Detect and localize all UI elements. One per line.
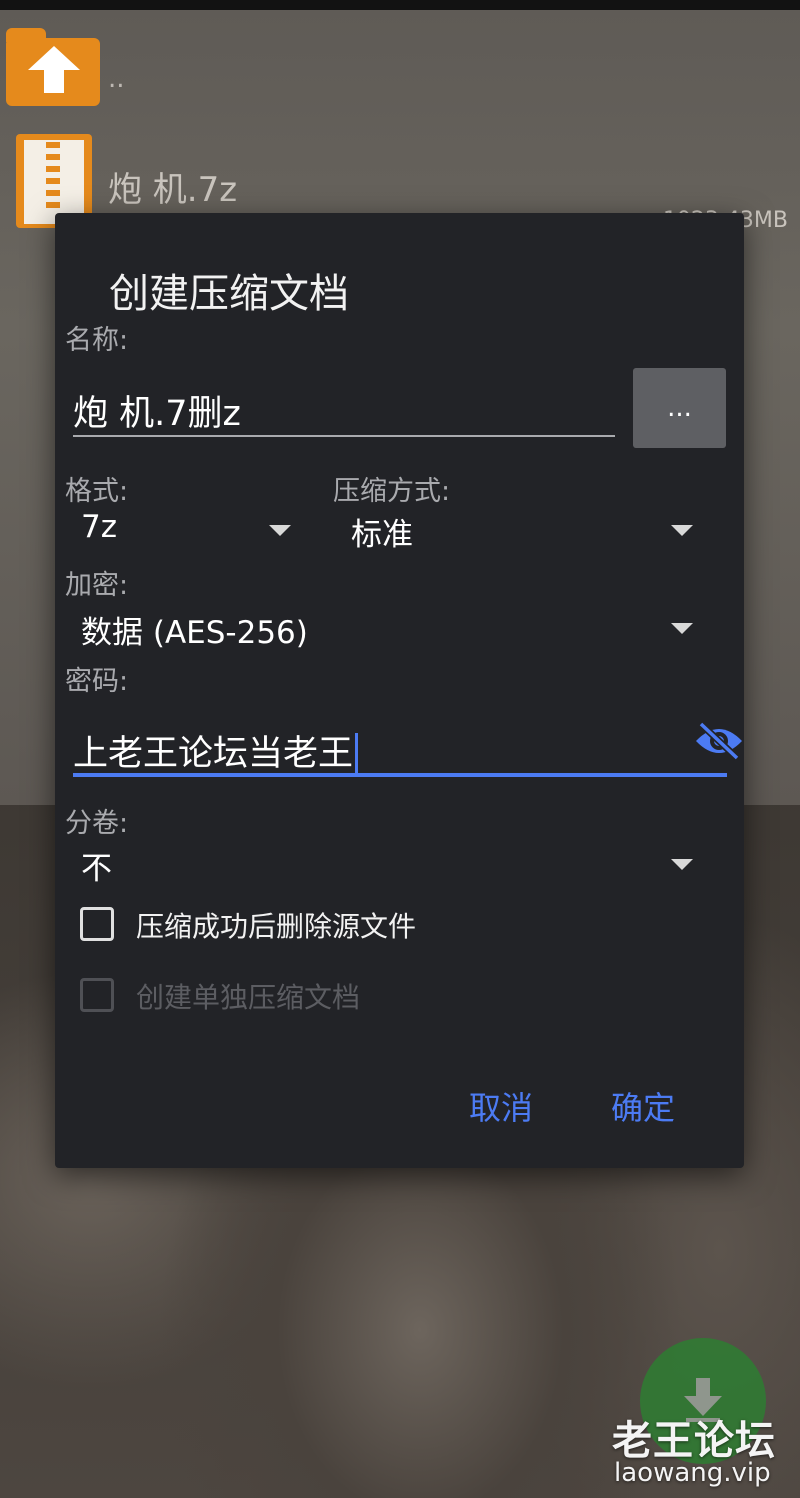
archive-name-input[interactable]: 炮 机.7删z: [73, 363, 615, 437]
password-input[interactable]: 上老王论坛当老王: [73, 709, 742, 777]
separate-archives-label: 创建单独压缩文档: [136, 981, 361, 1014]
delete-source-checkbox[interactable]: [80, 907, 114, 941]
password-label: 密码:: [65, 666, 129, 697]
password-input-underline: [73, 773, 727, 777]
ok-button[interactable]: 确定: [611, 1083, 675, 1129]
volume-label: 分卷:: [65, 808, 129, 839]
cancel-button[interactable]: 取消: [469, 1083, 533, 1129]
encryption-dropdown-icon: [671, 623, 693, 634]
volume-select[interactable]: 不: [73, 839, 711, 889]
browse-button[interactable]: ...: [633, 368, 726, 448]
file-name: 炮 机.7z: [108, 170, 238, 210]
archive-name-value: 炮 机.7删z: [73, 394, 241, 434]
text-cursor: [355, 733, 359, 777]
format-label: 格式:: [65, 476, 129, 507]
password-value: 上老王论坛当老王: [73, 734, 354, 774]
method-value: 标准: [351, 517, 413, 553]
watermark-url: laowang.vip: [614, 1458, 771, 1488]
create-archive-dialog: 创建压缩文档 名称: 炮 机.7删z ... 格式: 7z 压缩方式: 标准 加…: [55, 213, 744, 1168]
method-label: 压缩方式:: [333, 476, 451, 507]
delete-source-label: 压缩成功后删除源文件: [136, 910, 417, 943]
format-select[interactable]: 7z: [73, 505, 313, 555]
list-item-archive[interactable]: 炮 机.7z 1023.43MB: [0, 10, 800, 240]
format-dropdown-icon: [269, 525, 291, 536]
encryption-value: 数据 (AES-256): [81, 615, 308, 651]
dialog-title: 创建压缩文档: [109, 271, 349, 317]
method-select[interactable]: 标准: [341, 505, 711, 555]
name-input-underline: [73, 435, 615, 437]
volume-value: 不: [81, 851, 112, 887]
encryption-label: 加密:: [65, 570, 129, 601]
visibility-off-icon[interactable]: [693, 721, 745, 761]
volume-dropdown-icon: [671, 859, 693, 870]
separate-archives-checkbox: [80, 978, 114, 1012]
status-bar: [0, 0, 800, 10]
format-value: 7z: [81, 509, 117, 545]
method-dropdown-icon: [671, 525, 693, 536]
encryption-select[interactable]: 数据 (AES-256): [73, 603, 711, 653]
name-label: 名称:: [65, 325, 129, 356]
